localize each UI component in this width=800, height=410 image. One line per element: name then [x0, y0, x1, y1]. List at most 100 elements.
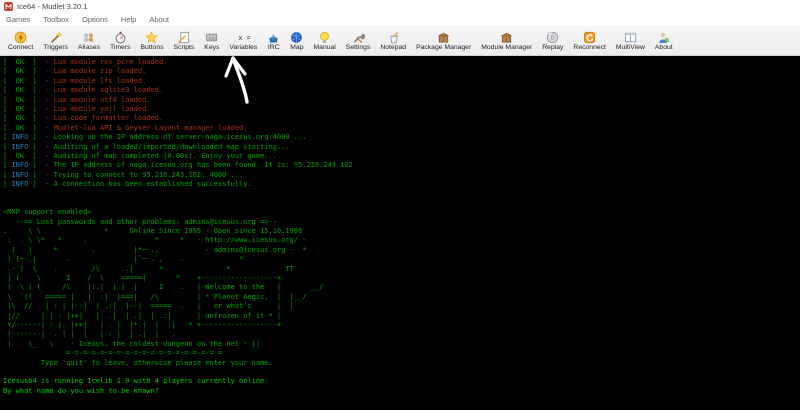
console-log-line: [ OK ] - Auditing of map completed (0.00… [3, 152, 800, 161]
module-manager-button[interactable]: Module Manager [476, 30, 537, 52]
irc-button[interactable]: IRC [262, 30, 285, 52]
notepad-button[interactable]: Notepad [375, 30, 411, 52]
log-tag: OK [16, 96, 24, 104]
toolbar-button-label: Triggers [43, 44, 68, 51]
scripts-button[interactable]: Scripts [169, 30, 200, 52]
console-log-line: [ OK ] - Lua module rex_pcre loaded. [3, 58, 800, 67]
console-text-line: ) | * . |*~-., - admins@icesus.org - * [3, 246, 800, 255]
aliases-button[interactable]: Aliases [73, 30, 105, 52]
console-log-line: [ OK ] - Mudlet-lua API & Geyser Layout … [3, 124, 800, 133]
toolbar-button-label: MultiView [616, 44, 645, 51]
log-tag: OK [16, 58, 24, 66]
console-log-line: [ INFO ] - Auditing of a loaded/imported… [3, 143, 800, 152]
console-text-line: ) \ ( ( /\ |:.| | | | I . | Welcome to t… [3, 283, 800, 292]
console-blank-line [3, 368, 800, 377]
settings-tools-icon [352, 31, 365, 44]
menu-item-games[interactable]: Games [6, 15, 30, 24]
log-message: - Lua module lfs loaded. [45, 77, 146, 85]
timers-button[interactable]: Timers [105, 30, 136, 52]
toolbar-button-label: Module Manager [481, 44, 532, 51]
about-person-icon: ? [657, 31, 670, 44]
log-tag: INFO [11, 180, 28, 188]
log-tag: OK [16, 152, 24, 160]
console-text-line: --== Lost passwords and other problems: … [3, 218, 800, 227]
settings-button[interactable]: Settings [341, 30, 376, 52]
log-message: - Auditing of map completed (0.00s). Enj… [45, 152, 277, 160]
scripts-pencil-icon [177, 31, 190, 44]
console-text-line: Y/------| : |. |++| | . | |*.| | :| * +-… [3, 321, 800, 330]
console-blank-line [3, 199, 800, 208]
variables-button[interactable]: x =Variables [224, 30, 262, 52]
log-message: - Lua module rex_pcre loaded. [45, 58, 167, 66]
triggers-button[interactable]: Triggers [38, 30, 73, 52]
console-text-line: (-------| . | | | | : | | .| | . [3, 330, 800, 339]
mudlet-window: Ice64 - Mudlet 3.20.1 GamesToolboxOption… [0, 0, 800, 410]
menubar: Games Toolbox Options Help About [0, 13, 800, 26]
console-log-line: [ OK ] - Lua code formatter loaded. [3, 114, 800, 123]
log-tag: INFO [11, 161, 28, 169]
keys-keyboard-icon [205, 31, 218, 44]
toolbar: Connect Triggers Aliases Timers Buttons Scrip… [0, 26, 800, 56]
replay-button[interactable]: Replay [537, 30, 568, 52]
mudlet-logo-icon [4, 2, 13, 11]
log-message: - Lua module utf8 loaded. [45, 96, 150, 104]
console-text-line: ) (~-.| . |`~-.`, . * [3, 255, 800, 264]
console-log-line: [ INFO ] - Trying to connect to 95.216.2… [3, 171, 800, 180]
toolbar-button-label: Reconnect [573, 44, 606, 51]
reconnect-button[interactable]: Reconnect [568, 30, 611, 52]
connect-icon [14, 31, 27, 44]
irc-phone-icon [267, 31, 280, 44]
console-text-line: By what name do you wish to be known? [3, 387, 800, 396]
connect-button[interactable]: Connect [3, 30, 38, 52]
log-message: - A connection has been established succ… [45, 180, 252, 188]
menu-item-toolbox[interactable]: Toolbox [43, 15, 69, 24]
toolbar-button-label: Connect [8, 44, 33, 51]
log-tag: OK [16, 114, 24, 122]
svg-text:x =: x = [238, 33, 250, 41]
console-log-line: [ INFO ] - Looking up the IP address of … [3, 133, 800, 142]
menu-item-about[interactable]: About [149, 15, 169, 24]
console-log-line: [ INFO ] - A connection has been establi… [3, 180, 800, 189]
buttons-button[interactable]: Buttons [135, 30, 168, 52]
toolbar-button-label: Timers [110, 44, 131, 51]
menu-item-help[interactable]: Help [121, 15, 136, 24]
about-button[interactable]: ?About [650, 30, 678, 52]
console-text-line: | \_ \ - Icesus, the coldest dungeon on … [3, 340, 800, 349]
manual-button[interactable]: Manual [309, 30, 341, 52]
toolbar-button-label: IRC [268, 44, 280, 51]
console-log-line: [ OK ] - Lua module lfs loaded. [3, 77, 800, 86]
console-blank-line [3, 189, 800, 198]
toolbar-button-label: Settings [346, 44, 371, 51]
log-message: - Auditing of a loaded/imported/download… [45, 143, 289, 151]
module-box-icon [500, 31, 513, 44]
toolbar-button-label: Aliases [78, 44, 100, 51]
log-message: - Mudlet-lua API & Geyser Layout manager… [45, 124, 247, 132]
log-message: - Trying to connect to 95.216.243.162: 4… [45, 171, 243, 179]
toolbar-button-label: Manual [314, 44, 336, 51]
log-message: - Lua code formatter loaded. [45, 114, 163, 122]
console-log-line: [ INFO ] - The IP address of naga.icesus… [3, 161, 800, 170]
log-tag: OK [16, 124, 24, 132]
buttons-star-icon [145, 31, 158, 44]
timers-stopwatch-icon [114, 31, 127, 44]
toolbar-button-label: About [655, 44, 673, 51]
console-log-line: [ OK ] - Lua module sqlite3 loaded. [3, 86, 800, 95]
variables-icon: x = [237, 31, 250, 44]
console-text-line: <MXP support enabled> [3, 208, 800, 217]
console-text-line: : . \ \* * . * * - http://www.icesus.org… [3, 236, 800, 245]
package-manager-button[interactable]: Package Manager [411, 30, 476, 52]
toolbar-button-label: Notepad [380, 44, 406, 51]
keys-button[interactable]: Keys [199, 30, 224, 52]
menu-item-options[interactable]: Options [82, 15, 108, 24]
log-tag: INFO [11, 143, 28, 151]
toolbar-button-label: Scripts [174, 44, 195, 51]
multiview-button[interactable]: MultiView [611, 30, 650, 52]
map-button[interactable]: Map [285, 30, 308, 52]
log-tag: INFO [11, 171, 28, 179]
console-text-line: Type 'quit' to leave, otherwise please e… [3, 359, 800, 368]
game-console[interactable]: [ OK ] - Lua module rex_pcre loaded. [ OK… [0, 56, 800, 410]
console-text-line: |\ // | : | |--| | .:| |--| ===== . | or… [3, 302, 800, 311]
replay-disc-icon [546, 31, 559, 44]
console-text-line: |// | | : |++| |: .| | .| | .:| | unfroz… [3, 312, 800, 321]
toolbar-button-label: Replay [542, 44, 563, 51]
